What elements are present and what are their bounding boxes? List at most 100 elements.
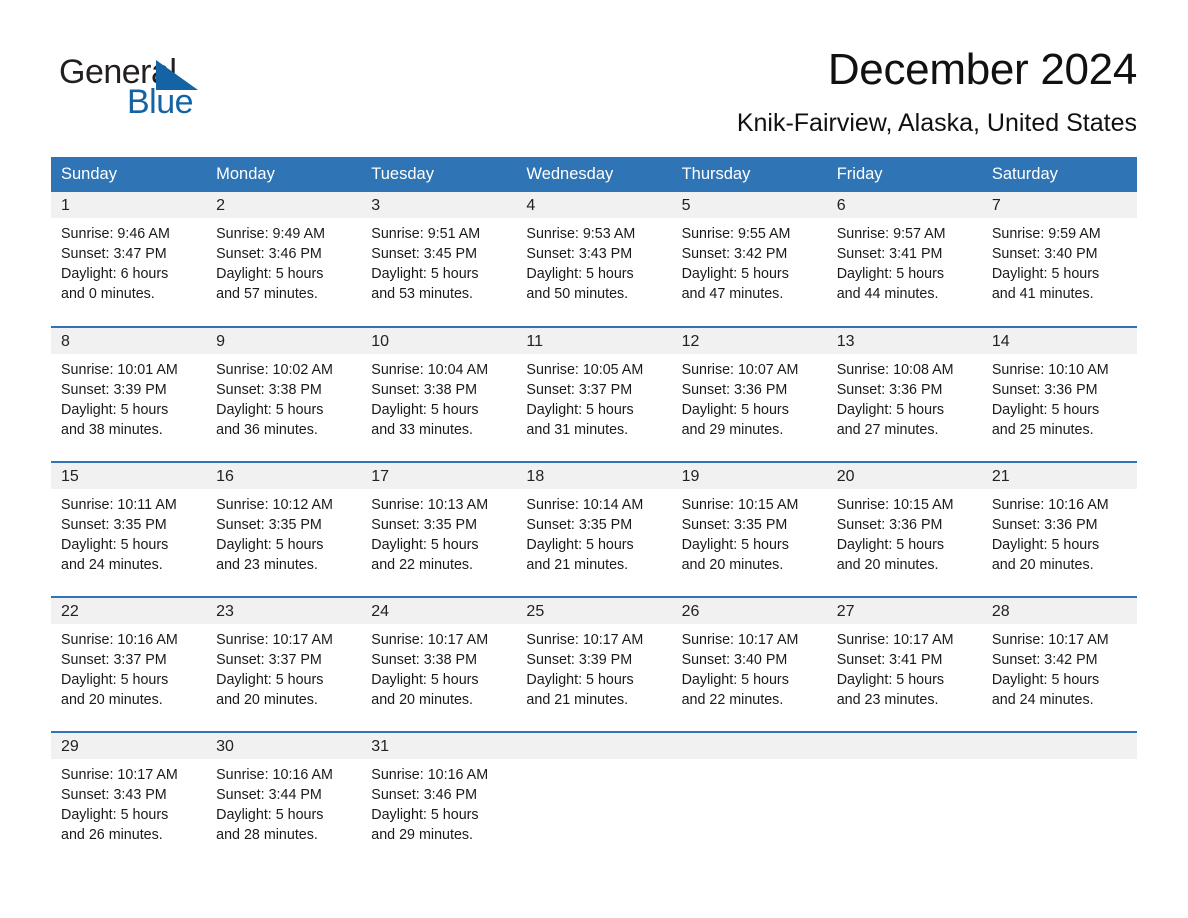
- day-cell[interactable]: 23 Sunrise: 10:17 AM Sunset: 3:37 PM Day…: [206, 596, 362, 733]
- sunset-text: Sunset: 3:40 PM: [991, 246, 1098, 263]
- daylight-text-line2: and 21 minutes.: [526, 692, 629, 709]
- daylight-text-line1: Daylight: 5 hours: [526, 537, 634, 554]
- day-cell[interactable]: 27 Sunrise: 10:17 AM Sunset: 3:41 PM Day…: [826, 596, 982, 733]
- day-details: Sunrise: 10:13 AM Sunset: 3:35 PM Daylig…: [361, 489, 516, 575]
- day-cell[interactable]: 29 Sunrise: 10:17 AM Sunset: 3:43 PM Day…: [51, 731, 207, 868]
- day-cell[interactable]: 6 Sunrise: 9:57 AM Sunset: 3:41 PM Dayli…: [826, 192, 982, 327]
- day-number: [981, 733, 1137, 760]
- day-number: 20: [826, 463, 982, 490]
- daylight-text-line1: Daylight: 5 hours: [61, 402, 169, 419]
- day-number: 8: [51, 328, 207, 355]
- sunrise-text: Sunrise: 10:02 AM: [216, 362, 333, 379]
- daylight-text-line1: Daylight: 5 hours: [371, 402, 479, 419]
- day-cell[interactable]: 24 Sunrise: 10:17 AM Sunset: 3:38 PM Day…: [361, 596, 517, 733]
- sunset-text: Sunset: 3:46 PM: [216, 246, 322, 263]
- day-cell[interactable]: 20 Sunrise: 10:15 AM Sunset: 3:36 PM Day…: [826, 461, 982, 598]
- day-cell[interactable]: 26 Sunrise: 10:17 AM Sunset: 3:40 PM Day…: [671, 596, 827, 733]
- day-number: 21: [981, 463, 1137, 490]
- day-cell[interactable]: 7 Sunrise: 9:59 AM Sunset: 3:40 PM Dayli…: [981, 192, 1137, 327]
- daylight-text-line1: Daylight: 5 hours: [526, 672, 634, 689]
- day-cell[interactable]: 1 Sunrise: 9:46 AM Sunset: 3:47 PM Dayli…: [51, 192, 207, 327]
- day-number: 3: [361, 192, 517, 219]
- daylight-text-line1: Daylight: 5 hours: [681, 402, 789, 419]
- sunrise-text: Sunrise: 10:17 AM: [681, 632, 799, 649]
- day-cell[interactable]: 21 Sunrise: 10:16 AM Sunset: 3:36 PM Day…: [981, 461, 1137, 598]
- sunset-text: Sunset: 3:36 PM: [991, 382, 1098, 399]
- sunrise-text: Sunrise: 10:15 AM: [681, 497, 799, 514]
- day-number: [671, 733, 827, 760]
- brand-logo[interactable]: General Blue: [59, 55, 259, 135]
- day-cell[interactable]: 14 Sunrise: 10:10 AM Sunset: 3:36 PM Day…: [981, 326, 1137, 463]
- day-cell[interactable]: 28 Sunrise: 10:17 AM Sunset: 3:42 PM Day…: [981, 596, 1137, 733]
- day-details: Sunrise: 9:59 AM Sunset: 3:40 PM Dayligh…: [982, 218, 1137, 304]
- day-number: 2: [206, 192, 362, 219]
- sunset-text: Sunset: 3:42 PM: [991, 652, 1098, 669]
- day-cell[interactable]: 12 Sunrise: 10:07 AM Sunset: 3:36 PM Day…: [671, 326, 827, 463]
- daylight-text-line2: and 23 minutes.: [836, 692, 939, 709]
- day-cell[interactable]: 31 Sunrise: 10:16 AM Sunset: 3:46 PM Day…: [361, 731, 517, 868]
- sunset-text: Sunset: 3:37 PM: [526, 382, 633, 399]
- day-number: 11: [516, 328, 672, 355]
- calendar-header-row: Sunday Monday Tuesday Wednesday Thursday…: [51, 157, 1137, 193]
- sunset-text: Sunset: 3:42 PM: [681, 246, 788, 263]
- day-cell[interactable]: 17 Sunrise: 10:13 AM Sunset: 3:35 PM Day…: [361, 461, 517, 598]
- day-details: Sunrise: 10:16 AM Sunset: 3:44 PM Daylig…: [206, 759, 361, 845]
- day-details: Sunrise: 10:16 AM Sunset: 3:37 PM Daylig…: [51, 624, 206, 710]
- daylight-text-line2: and 57 minutes.: [216, 286, 318, 303]
- daylight-text-line1: Daylight: 5 hours: [371, 537, 479, 554]
- day-details: Sunrise: 10:14 AM Sunset: 3:35 PM Daylig…: [516, 489, 671, 575]
- day-cell[interactable]: 19 Sunrise: 10:15 AM Sunset: 3:35 PM Day…: [671, 461, 827, 598]
- day-cell[interactable]: 2 Sunrise: 9:49 AM Sunset: 3:46 PM Dayli…: [206, 192, 362, 327]
- day-cell[interactable]: 16 Sunrise: 10:12 AM Sunset: 3:35 PM Day…: [206, 461, 362, 598]
- day-details: Sunrise: 10:17 AM Sunset: 3:42 PM Daylig…: [982, 624, 1137, 710]
- day-details: Sunrise: 9:46 AM Sunset: 3:47 PM Dayligh…: [51, 218, 206, 304]
- day-cell[interactable]: 3 Sunrise: 9:51 AM Sunset: 3:45 PM Dayli…: [361, 192, 517, 327]
- daylight-text-line2: and 24 minutes.: [991, 692, 1094, 709]
- day-number: 13: [826, 328, 982, 355]
- day-cell[interactable]: 18 Sunrise: 10:14 AM Sunset: 3:35 PM Day…: [516, 461, 672, 598]
- calendar-grid: Sunday Monday Tuesday Wednesday Thursday…: [51, 157, 1137, 868]
- sunset-text: Sunset: 3:47 PM: [61, 246, 167, 263]
- weekday-header-monday: Monday: [206, 157, 362, 193]
- day-cell[interactable]: 4 Sunrise: 9:53 AM Sunset: 3:43 PM Dayli…: [516, 192, 672, 327]
- day-details: Sunrise: 10:10 AM Sunset: 3:36 PM Daylig…: [982, 354, 1137, 440]
- daylight-text-line1: Daylight: 5 hours: [216, 266, 324, 283]
- day-number: 5: [671, 192, 827, 219]
- sunset-text: Sunset: 3:43 PM: [526, 246, 633, 263]
- day-cell-empty: [671, 731, 827, 868]
- day-cell[interactable]: 11 Sunrise: 10:05 AM Sunset: 3:37 PM Day…: [516, 326, 672, 463]
- daylight-text-line1: Daylight: 5 hours: [61, 672, 169, 689]
- sunrise-text: Sunrise: 9:57 AM: [836, 226, 946, 243]
- day-cell[interactable]: 8 Sunrise: 10:01 AM Sunset: 3:39 PM Dayl…: [51, 326, 207, 463]
- day-cell[interactable]: 10 Sunrise: 10:04 AM Sunset: 3:38 PM Day…: [361, 326, 517, 463]
- day-cell[interactable]: 22 Sunrise: 10:16 AM Sunset: 3:37 PM Day…: [51, 596, 207, 733]
- day-number: 6: [826, 192, 982, 219]
- sunrise-text: Sunrise: 10:17 AM: [991, 632, 1109, 649]
- day-cell[interactable]: 9 Sunrise: 10:02 AM Sunset: 3:38 PM Dayl…: [206, 326, 362, 463]
- daylight-text-line1: Daylight: 5 hours: [991, 402, 1100, 419]
- calendar-week-row: 1 Sunrise: 9:46 AM Sunset: 3:47 PM Dayli…: [51, 192, 1137, 327]
- day-details: Sunrise: 10:15 AM Sunset: 3:36 PM Daylig…: [827, 489, 982, 575]
- day-number: 15: [51, 463, 207, 490]
- day-cell[interactable]: 5 Sunrise: 9:55 AM Sunset: 3:42 PM Dayli…: [671, 192, 827, 327]
- sunrise-text: Sunrise: 10:16 AM: [371, 767, 489, 784]
- day-number: 30: [206, 733, 362, 760]
- day-number: 10: [361, 328, 517, 355]
- daylight-text-line1: Daylight: 5 hours: [371, 266, 479, 283]
- day-number: 24: [361, 598, 517, 625]
- daylight-text-line2: and 22 minutes.: [681, 692, 784, 709]
- sunset-text: Sunset: 3:38 PM: [371, 382, 477, 399]
- sunrise-text: Sunrise: 9:53 AM: [526, 226, 636, 243]
- daylight-text-line2: and 47 minutes.: [681, 286, 784, 303]
- day-cell[interactable]: 15 Sunrise: 10:11 AM Sunset: 3:35 PM Day…: [51, 461, 207, 598]
- day-number: 12: [671, 328, 827, 355]
- daylight-text-line2: and 27 minutes.: [836, 422, 939, 439]
- day-cell[interactable]: 13 Sunrise: 10:08 AM Sunset: 3:36 PM Day…: [826, 326, 982, 463]
- sunrise-text: Sunrise: 10:16 AM: [991, 497, 1109, 514]
- sunrise-text: Sunrise: 9:49 AM: [216, 226, 326, 243]
- daylight-text-line1: Daylight: 6 hours: [61, 266, 169, 283]
- sunset-text: Sunset: 3:45 PM: [371, 246, 477, 263]
- daylight-text-line2: and 50 minutes.: [526, 286, 629, 303]
- day-cell[interactable]: 30 Sunrise: 10:16 AM Sunset: 3:44 PM Day…: [206, 731, 362, 868]
- day-cell[interactable]: 25 Sunrise: 10:17 AM Sunset: 3:39 PM Day…: [516, 596, 672, 733]
